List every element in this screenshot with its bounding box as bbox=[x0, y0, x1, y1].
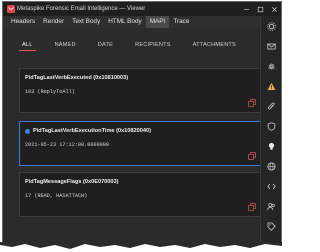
property-value: 17 (READ, HASATTACH) bbox=[25, 193, 88, 199]
viewer-window: Metaspike Forensic Email Intelligence — … bbox=[2, 1, 282, 243]
property-card-selected[interactable]: PidTagLastVerbExecutionTime (0x10820040)… bbox=[19, 121, 263, 166]
property-value: 103 (ReplyToAll) bbox=[25, 89, 75, 95]
menu-headers[interactable]: Headers bbox=[7, 16, 39, 28]
mapi-panel: ALL NAMED DATE RECIPIENTS ATTACHMENTS Pi… bbox=[3, 28, 263, 242]
property-value: 2021-05-23 17:12:00.0000000 bbox=[25, 142, 110, 148]
lightbulb-icon[interactable] bbox=[267, 142, 276, 151]
envelope-icon[interactable] bbox=[267, 42, 276, 51]
tab-date[interactable]: DATE bbox=[95, 40, 116, 51]
paperclip-icon[interactable] bbox=[267, 102, 276, 111]
selected-indicator-icon bbox=[25, 129, 30, 134]
close-icon[interactable] bbox=[267, 2, 281, 16]
app-logo-icon bbox=[7, 5, 15, 13]
globe-icon[interactable] bbox=[267, 162, 276, 171]
property-name: PidTagLastVerbExecutionTime (0x10820040) bbox=[33, 128, 151, 134]
filter-tabs: ALL NAMED DATE RECIPIENTS ATTACHMENTS bbox=[19, 40, 255, 51]
menu-mapi[interactable]: MAPI bbox=[145, 16, 170, 28]
warning-icon[interactable] bbox=[267, 82, 276, 91]
tab-attachments[interactable]: ATTACHMENTS bbox=[190, 40, 239, 51]
copy-icon[interactable] bbox=[248, 99, 256, 107]
window-title: Metaspike Forensic Email Intelligence — … bbox=[17, 6, 146, 12]
code-icon[interactable] bbox=[267, 182, 276, 191]
menu-trace[interactable]: Trace bbox=[169, 16, 193, 28]
title-bar: Metaspike Forensic Email Intelligence — … bbox=[3, 2, 281, 16]
tab-recipients[interactable]: RECIPIENTS bbox=[132, 40, 174, 51]
menu-bar: Headers Render Text Body HTML Body MAPI … bbox=[3, 16, 281, 28]
minimize-icon[interactable] bbox=[239, 2, 253, 16]
menu-html-body[interactable]: HTML Body bbox=[104, 16, 146, 28]
tag-icon[interactable] bbox=[267, 222, 276, 231]
property-card[interactable]: PidTagLastVerbExecuted (0x10810003) 103 … bbox=[19, 68, 263, 113]
property-name: PidTagMessageFlags (0x0E070003) bbox=[25, 179, 119, 185]
fingerprint-icon[interactable] bbox=[267, 62, 276, 71]
people-icon[interactable] bbox=[267, 202, 276, 211]
torn-edge bbox=[0, 242, 282, 249]
property-card[interactable]: PidTagMessageFlags (0x0E070003) 17 (READ… bbox=[19, 172, 263, 217]
tab-all[interactable]: ALL bbox=[19, 40, 36, 51]
menu-text-body[interactable]: Text Body bbox=[68, 16, 104, 28]
tab-named[interactable]: NAMED bbox=[52, 40, 79, 51]
property-name: PidTagLastVerbExecuted (0x10810003) bbox=[25, 75, 129, 81]
menu-render[interactable]: Render bbox=[39, 16, 68, 28]
copy-icon[interactable] bbox=[248, 203, 256, 211]
maximize-icon[interactable] bbox=[253, 2, 267, 16]
tool-sidebar bbox=[260, 16, 281, 242]
shield-icon[interactable] bbox=[267, 122, 276, 131]
copy-icon[interactable] bbox=[248, 152, 256, 160]
gear-icon[interactable] bbox=[267, 22, 276, 31]
